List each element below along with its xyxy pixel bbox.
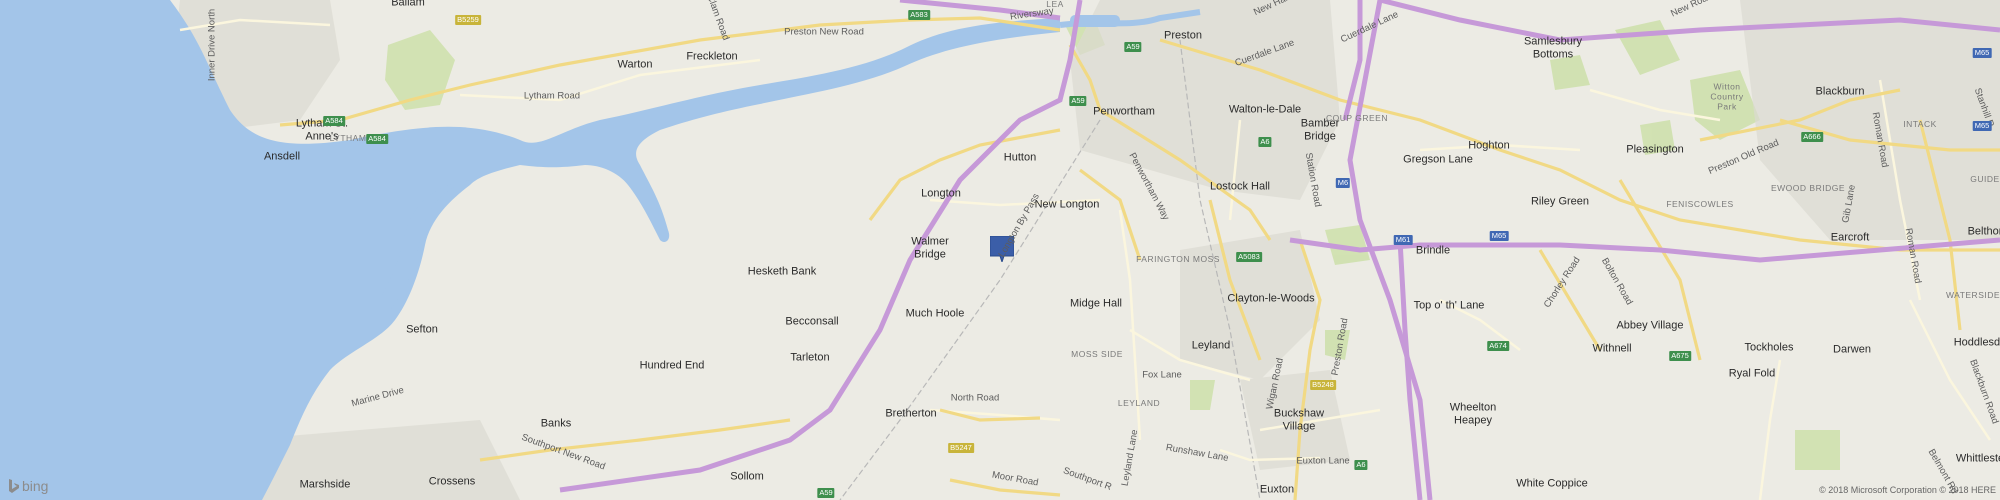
road-shield-m6: M6: [1335, 178, 1351, 188]
road-shield-m65c: M65: [1972, 121, 1992, 131]
place-label-whittlestone: Whittleste: [1955, 452, 2000, 465]
road-label-euxtonlane: Euxton Lane: [1296, 455, 1350, 467]
bing-icon: [9, 479, 19, 493]
area-label-leyland_area: LEYLAND: [1117, 398, 1161, 409]
place-label-preston: Preston: [1164, 29, 1202, 42]
place-label-blackburn: Blackburn: [1815, 85, 1865, 98]
place-label-becconsall: Becconsall: [785, 315, 839, 328]
road-shield-a59b: A59: [1069, 96, 1087, 106]
bing-label: bing: [22, 478, 49, 494]
place-label-pleasington: Pleasington: [1626, 143, 1684, 156]
copyright: © 2018 Microsoft Corporation © 2018 HERE: [1819, 485, 1996, 495]
road-shield-a5083: A5083: [1236, 252, 1262, 262]
road-label-prestonnew: Preston New Road: [784, 26, 864, 38]
place-label-rileygreen: Riley Green: [1530, 195, 1590, 208]
road-shield-m61: M61: [1393, 235, 1413, 245]
place-label-buckshaw: Buckshaw Village: [1273, 407, 1325, 432]
place-label-sefton: Sefton: [406, 323, 438, 336]
place-label-ballam: Ballam: [391, 0, 425, 9]
place-label-clayton: Clayton-le-Woods: [1227, 292, 1315, 305]
place-label-midgehall: Midge Hall: [1070, 297, 1122, 310]
place-label-ryalfold: Ryal Fold: [1728, 367, 1776, 380]
place-label-topothlane: Top o' th' Lane: [1413, 299, 1485, 312]
place-label-gregson: Gregson Lane: [1403, 153, 1473, 166]
place-label-earcroft: Earcroft: [1830, 231, 1870, 244]
area-label-farington: FARINGTON MOSS: [1136, 254, 1220, 265]
road-shield-a584b: A584: [366, 134, 388, 144]
road-shield-a6b: A6: [1354, 460, 1368, 470]
road-shield-a666: A666: [1801, 132, 1823, 142]
place-label-sollom: Sollom: [730, 470, 764, 483]
road-label-foxlane: Fox Lane: [1142, 369, 1182, 381]
road-shield-m65a: M65: [1489, 231, 1509, 241]
place-label-freckleton: Freckleton: [686, 50, 738, 63]
area-label-coupgreen: COUP GREEN: [1326, 113, 1388, 124]
road-shield-a674: A674: [1487, 341, 1509, 351]
road-shield-b5259: B5259: [455, 15, 481, 25]
place-label-hesketh: Hesketh Bank: [747, 265, 817, 278]
road-shield-a583: A583: [908, 10, 930, 20]
area-label-feniscowles: FENISCOWLES: [1666, 199, 1734, 210]
area-label-ewood: EWOOD BRIDGE: [1770, 183, 1846, 194]
place-label-bretherton: Bretherton: [885, 407, 937, 420]
road-label-northroad: North Road: [950, 392, 1000, 404]
area-label-guide: GUIDE: [1970, 174, 2000, 185]
place-label-hundredend: Hundred End: [639, 359, 705, 372]
map-view[interactable]: BallamLytham St. Anne'sAnsdellWartonFrec…: [0, 0, 2000, 500]
place-label-ansdell: Ansdell: [263, 150, 301, 163]
place-label-walton: Walton-le-Dale: [1228, 103, 1302, 116]
place-label-withnell: Withnell: [1592, 342, 1632, 355]
place-label-abbey: Abbey Village: [1616, 319, 1684, 332]
road-shield-a675: A675: [1669, 351, 1691, 361]
area-label-witton: Witton Country Park: [1710, 81, 1744, 111]
place-label-hoddlesden: Hoddlesde: [1953, 336, 2000, 349]
place-label-tarleton: Tarleton: [790, 351, 830, 364]
place-label-tockholes: Tockholes: [1744, 341, 1794, 354]
place-label-brindle: Brindle: [1415, 244, 1451, 257]
place-label-samlesbury: Samlesbury Bottoms: [1523, 35, 1583, 60]
place-label-walmer: Walmer Bridge: [911, 235, 949, 260]
area-label-mossside: MOSS SIDE: [1071, 349, 1123, 360]
place-label-marshside: Marshside: [299, 478, 351, 491]
place-label-belthorn: Belthor: [1967, 225, 2000, 238]
place-label-crossens: Crossens: [428, 475, 476, 488]
area-label-lytham_area: LYTHAM: [329, 133, 367, 144]
place-label-warton: Warton: [617, 58, 653, 71]
place-label-hoghton: Hoghton: [1468, 139, 1510, 152]
place-label-penwortham: Penwortham: [1093, 105, 1155, 118]
road-shield-a6a: A6: [1258, 137, 1272, 147]
area-label-intack: INTACK: [1903, 119, 1937, 130]
place-label-muchhoole: Much Hoole: [905, 307, 965, 320]
area-label-waterside: WATERSIDE: [1945, 290, 2000, 301]
road-shield-b5248: B5248: [1310, 380, 1336, 390]
place-label-banks: Banks: [540, 417, 572, 430]
place-label-hutton: Hutton: [1003, 151, 1037, 164]
place-label-wheelton: Wheelton Heapey: [1449, 401, 1497, 426]
place-label-newlongton: New Longton: [1034, 198, 1100, 211]
bing-logo[interactable]: bing: [8, 478, 48, 494]
place-label-leyland: Leyland: [1191, 339, 1231, 352]
place-label-longton: Longton: [921, 187, 961, 200]
road-label-lythamroad: Lytham Road: [523, 90, 581, 102]
road-shield-b5247: B5247: [948, 443, 974, 453]
place-label-darwen: Darwen: [1833, 343, 1871, 356]
road-shield-m65b: M65: [1972, 48, 1992, 58]
road-shield-a59c: A59: [817, 488, 835, 498]
road-shield-a584a: A584: [323, 116, 345, 126]
place-label-lostock: Lostock Hall: [1210, 180, 1270, 193]
road-label-marinenorth: Inner Drive North: [206, 8, 218, 82]
place-label-euxton: Euxton: [1259, 483, 1295, 496]
road-shield-a59a: A59: [1124, 42, 1142, 52]
place-label-whitecoppice: White Coppice: [1516, 477, 1588, 490]
